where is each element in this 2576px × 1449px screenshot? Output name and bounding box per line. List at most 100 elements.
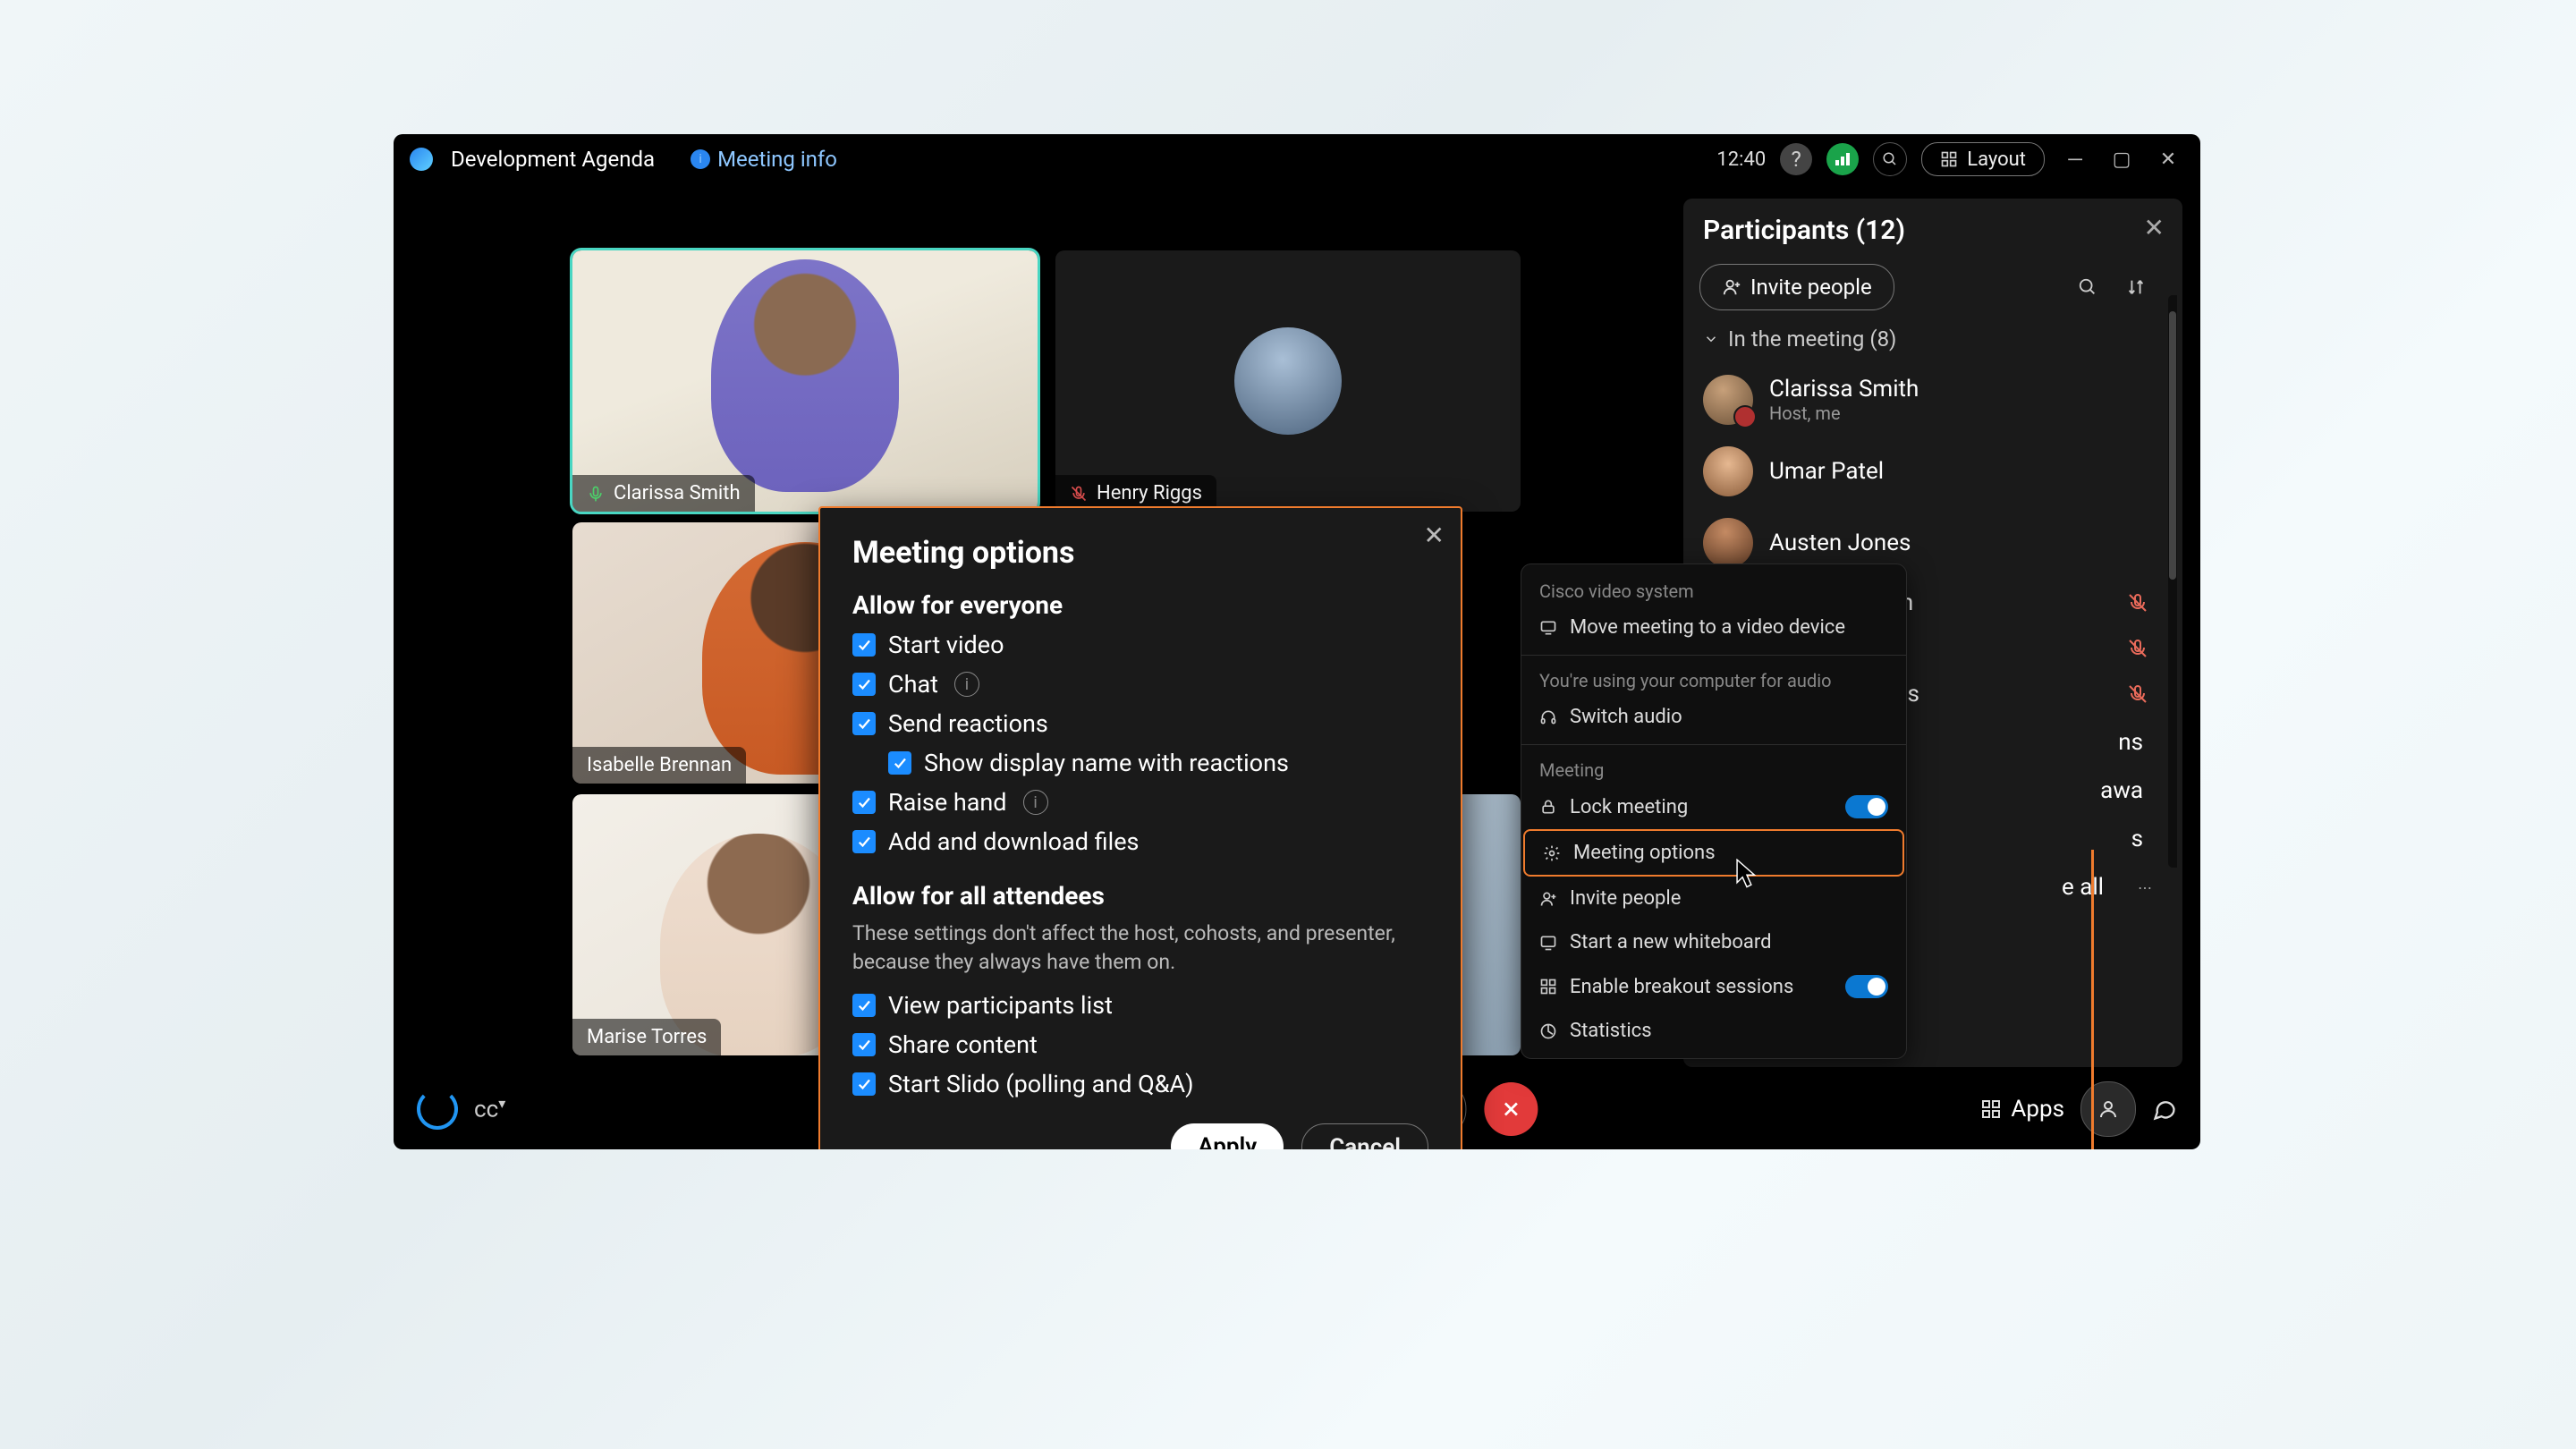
option-label: View participants list: [888, 991, 1113, 1020]
menu-item-label: Statistics: [1570, 1020, 1652, 1042]
meeting-info-button[interactable]: i Meeting info: [691, 147, 837, 172]
option-files[interactable]: Add and download files: [852, 827, 1428, 856]
menu-section-label: Cisco video system: [1521, 572, 1906, 606]
checkbox-checked-icon[interactable]: [852, 1072, 876, 1096]
menu-item-label: Meeting options: [1573, 842, 1716, 864]
search-participants-button[interactable]: [2070, 269, 2106, 305]
checkbox-checked-icon[interactable]: [852, 1033, 876, 1056]
window-maximize[interactable]: ▢: [2106, 143, 2138, 175]
close-participants-button[interactable]: ✕: [2144, 213, 2165, 242]
option-start-video[interactable]: Start video: [852, 631, 1428, 659]
participant-name: Austen Jones: [1769, 530, 1911, 556]
more-icon[interactable]: ⋯: [2138, 879, 2152, 896]
captions-button[interactable]: cc▾: [474, 1095, 505, 1123]
participant-name: Umar Patel: [1769, 458, 1884, 485]
sort-participants-button[interactable]: [2118, 269, 2154, 305]
mute-all-trail: e all: [2062, 874, 2104, 901]
grid-icon: [1940, 150, 1958, 168]
meeting-clock: 12:40: [1716, 148, 1766, 171]
menu-whiteboard[interactable]: Start a new whiteboard: [1521, 920, 1906, 964]
menu-item-label: Move meeting to a video device: [1570, 616, 1845, 639]
option-label: Show display name with reactions: [924, 749, 1289, 777]
assistant-icon[interactable]: [417, 1089, 458, 1130]
window-minimize[interactable]: ─: [2059, 143, 2091, 175]
apps-icon: [1980, 1098, 2002, 1120]
modal-title: Meeting options: [852, 535, 1428, 571]
scrollbar[interactable]: [2168, 295, 2177, 868]
section-description: These settings don't affect the host, co…: [852, 919, 1428, 977]
menu-switch-audio[interactable]: Switch audio: [1521, 695, 1906, 739]
option-share-content[interactable]: Share content: [852, 1030, 1428, 1059]
layout-button[interactable]: Layout: [1921, 142, 2045, 176]
menu-item-label: Start a new whiteboard: [1570, 931, 1772, 953]
network-status-icon[interactable]: [1826, 143, 1859, 175]
lock-icon: [1539, 798, 1557, 816]
apps-button[interactable]: Apps: [1980, 1096, 2064, 1123]
checkbox-checked-icon[interactable]: [852, 830, 876, 853]
menu-breakout[interactable]: Enable breakout sessions: [1521, 964, 1906, 1009]
menu-section-label: Meeting: [1521, 750, 1906, 784]
option-chat[interactable]: Chati: [852, 670, 1428, 699]
mic-off-icon: [2127, 638, 2148, 659]
participants-button[interactable]: [2080, 1081, 2136, 1137]
chat-button[interactable]: [2152, 1097, 2177, 1122]
mic-on-icon: [587, 485, 605, 503]
participant-row[interactable]: Umar Patel: [1699, 436, 2182, 507]
leave-button[interactable]: [1485, 1082, 1538, 1136]
meeting-window: Development Agenda i Meeting info 12:40 …: [394, 134, 2200, 1149]
tile-name: Isabelle Brennan: [587, 754, 732, 776]
mic-off-icon: [2127, 683, 2148, 705]
invite-people-button[interactable]: Invite people: [1699, 264, 1894, 310]
checkbox-checked-icon[interactable]: [852, 712, 876, 735]
toggle-on-icon[interactable]: [1845, 795, 1888, 818]
video-tile[interactable]: Henry Riggs: [1055, 250, 1521, 512]
help-icon[interactable]: ?: [1780, 143, 1812, 175]
info-icon[interactable]: i: [1023, 790, 1048, 815]
host-badge-icon: [1733, 405, 1757, 428]
person-add-icon: [1722, 277, 1741, 297]
close-modal-button[interactable]: ✕: [1424, 521, 1445, 550]
window-close[interactable]: ✕: [2152, 143, 2184, 175]
annotation-line: [2091, 850, 2094, 1149]
participant-name-trail: awa: [2100, 777, 2143, 804]
section-allow-attendees: Allow for all attendees: [852, 881, 1428, 911]
toggle-on-icon[interactable]: [1845, 975, 1888, 998]
info-icon[interactable]: i: [954, 672, 979, 697]
meeting-options-modal: Meeting options ✕ Allow for everyone Sta…: [818, 506, 1462, 1149]
chat-icon: [2152, 1097, 2177, 1122]
mic-off-icon: [1070, 485, 1088, 503]
checkbox-checked-icon[interactable]: [852, 994, 876, 1017]
menu-item-label: Invite people: [1570, 887, 1681, 910]
option-label: Add and download files: [888, 827, 1139, 856]
menu-item-label: Switch audio: [1570, 706, 1682, 728]
chevron-down-icon: [1703, 331, 1719, 347]
checkbox-checked-icon[interactable]: [852, 673, 876, 696]
stats-icon: [1539, 1022, 1557, 1040]
checkbox-checked-icon[interactable]: [852, 633, 876, 657]
apply-button[interactable]: Apply: [1171, 1123, 1284, 1149]
checkbox-checked-icon[interactable]: [852, 791, 876, 814]
option-show-name-reactions[interactable]: Show display name with reactions: [888, 749, 1428, 777]
in-meeting-section[interactable]: In the meeting (8): [1703, 326, 2182, 352]
menu-section-label: You're using your computer for audio: [1521, 661, 1906, 695]
option-view-participants[interactable]: View participants list: [852, 991, 1428, 1020]
option-raise-hand[interactable]: Raise handi: [852, 788, 1428, 817]
menu-statistics[interactable]: Statistics: [1521, 1009, 1906, 1053]
menu-lock-meeting[interactable]: Lock meeting: [1521, 784, 1906, 829]
option-reactions[interactable]: Send reactions: [852, 709, 1428, 738]
participant-name-trail: s: [2131, 826, 2143, 852]
menu-invite-people[interactable]: Invite people: [1521, 877, 1906, 920]
participant-row[interactable]: Clarissa Smith Host, me: [1699, 364, 2182, 436]
video-tile[interactable]: Clarissa Smith: [572, 250, 1038, 512]
option-label: Start video: [888, 631, 1004, 659]
option-slido[interactable]: Start Slido (polling and Q&A): [852, 1070, 1428, 1098]
menu-move-to-device[interactable]: Move meeting to a video device: [1521, 606, 1906, 649]
invite-label: Invite people: [1750, 275, 1872, 300]
section-allow-everyone: Allow for everyone: [852, 590, 1428, 620]
search-button[interactable]: [1873, 142, 1907, 176]
monitor-icon: [1539, 619, 1557, 637]
participants-title: Participants (12): [1703, 215, 2182, 246]
cancel-button[interactable]: Cancel: [1301, 1123, 1428, 1149]
checkbox-checked-icon[interactable]: [888, 751, 911, 775]
menu-meeting-options[interactable]: Meeting options: [1525, 831, 1902, 875]
